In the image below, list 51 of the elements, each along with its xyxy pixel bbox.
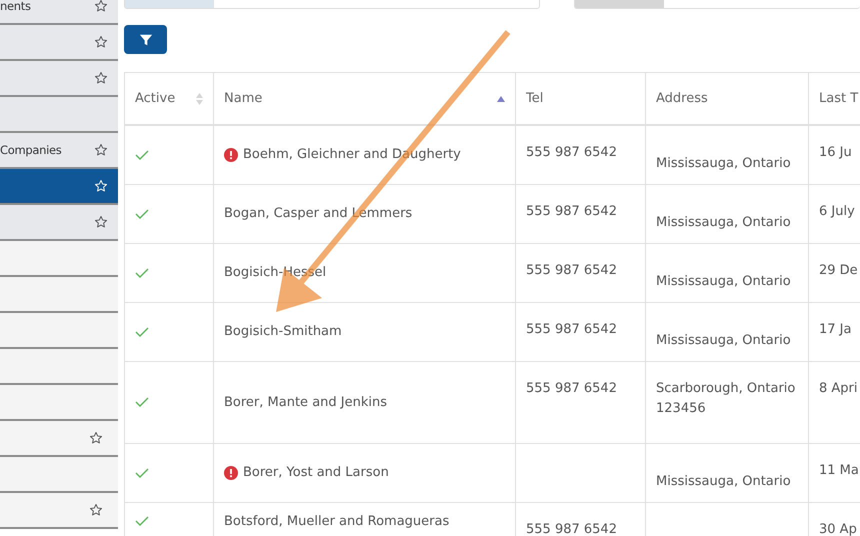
address-line: Mississauga, Ontario bbox=[656, 472, 792, 490]
phone-number: 555 987 6542 bbox=[526, 380, 617, 396]
sidebar-item[interactable] bbox=[0, 25, 118, 61]
star-icon[interactable] bbox=[94, 215, 108, 229]
phone-number: 555 987 6542 bbox=[526, 145, 617, 160]
company-name[interactable]: Bogisich-Smitham bbox=[224, 324, 342, 339]
date-text: 6 July bbox=[819, 204, 855, 218]
company-name[interactable]: Borer, Mante and Jenkins bbox=[224, 394, 388, 410]
address-line: 123456 bbox=[656, 400, 707, 418]
date-text: 17 Ja bbox=[819, 322, 852, 336]
sidebar-item[interactable] bbox=[0, 205, 118, 241]
star-icon[interactable] bbox=[94, 35, 108, 49]
column-header: Last T bbox=[808, 72, 860, 125]
sidebar-item[interactable]: nents bbox=[0, 0, 118, 25]
filter-icon bbox=[138, 32, 152, 46]
column-header: Tel bbox=[516, 72, 646, 125]
sidebar-item[interactable] bbox=[0, 421, 118, 457]
address-line: Mississauga, Ontario bbox=[656, 155, 792, 173]
star-icon[interactable] bbox=[94, 0, 108, 13]
date-text: 29 De bbox=[819, 262, 858, 278]
phone-number: 555 987 6542 bbox=[526, 322, 617, 336]
address-line: Scarborough, Ontario bbox=[656, 380, 796, 398]
company-name[interactable]: Borer, Yost and Larson bbox=[243, 465, 389, 480]
sidebar-item[interactable] bbox=[0, 457, 118, 493]
star-icon[interactable] bbox=[89, 431, 103, 445]
sidebar-item[interactable] bbox=[0, 313, 118, 349]
date-text: 8 Apri bbox=[819, 380, 858, 396]
sidebar-item[interactable] bbox=[0, 493, 118, 529]
address-line: Mississauga, Ontario bbox=[656, 272, 792, 290]
date-text: 16 Ju bbox=[819, 145, 852, 160]
address-line: Mississauga, Ontario bbox=[656, 332, 792, 350]
star-icon[interactable] bbox=[94, 143, 108, 157]
sidebar-item[interactable] bbox=[0, 385, 118, 421]
phone-number: 555 987 6542 bbox=[526, 204, 617, 218]
star-icon[interactable] bbox=[94, 71, 108, 85]
sidebar-item[interactable] bbox=[0, 97, 118, 133]
phone-number: 555 987 6542 bbox=[526, 522, 617, 536]
phone-number: 555 987 6542 bbox=[526, 262, 617, 278]
filter-button[interactable] bbox=[124, 25, 167, 54]
star-icon[interactable] bbox=[89, 503, 103, 517]
column-header: Address bbox=[646, 72, 808, 125]
sidebar-item[interactable] bbox=[0, 349, 118, 385]
address-line: Mississauga, Ontario bbox=[656, 214, 792, 232]
date-text: 11 Ma bbox=[819, 462, 859, 478]
sidebar-item[interactable] bbox=[0, 277, 118, 313]
column-header[interactable]: Name bbox=[214, 72, 516, 125]
sidebar-item[interactable] bbox=[0, 61, 118, 97]
column-header[interactable]: Active bbox=[124, 72, 214, 125]
sidebar-item[interactable] bbox=[0, 241, 118, 277]
sidebar-item[interactable]: Companies bbox=[0, 133, 118, 169]
date-text: 30 Ap bbox=[819, 522, 857, 536]
